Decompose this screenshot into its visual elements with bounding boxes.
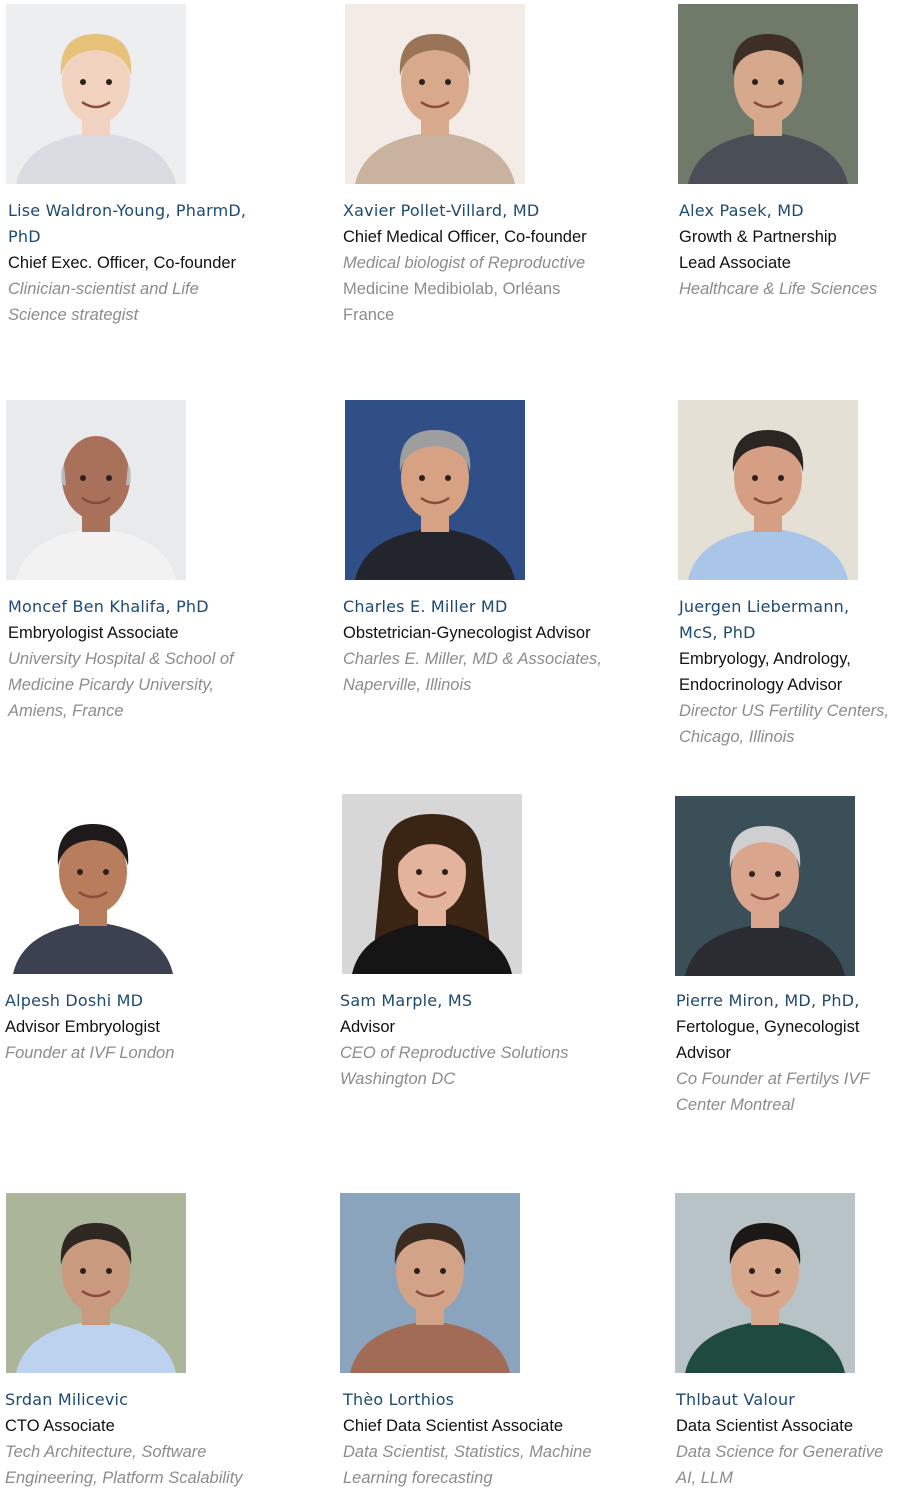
member-description: Tech Architecture, Software Engineering, … xyxy=(5,1443,243,1487)
profile-photo xyxy=(345,400,525,580)
member-name: Srdan Milicevic xyxy=(5,1390,129,1409)
profile-photo xyxy=(345,4,525,184)
member-role: Obstetrician-Gynecologist Advisor xyxy=(343,624,591,642)
member-name: Juergen Liebermann, McS, PhD xyxy=(679,597,850,642)
profile-photo xyxy=(3,794,183,974)
member-name: Moncef Ben Khalifa, PhD xyxy=(8,597,209,616)
member-description: CEO of Reproductive Solutions Washington … xyxy=(340,1044,569,1088)
member-description: Director US Fertility Centers, Chicago, I… xyxy=(679,702,889,746)
member-description: Charles E. Miller, MD & Associates, Naper… xyxy=(343,650,602,694)
portrait-image xyxy=(345,400,525,580)
member-description: University Hospital & School of Medicine … xyxy=(8,650,234,720)
portrait-image xyxy=(342,794,522,974)
portrait-image xyxy=(675,796,855,976)
member-name: Thèo Lorthios xyxy=(343,1390,455,1409)
member-name: Xavier Pollet-Villard, MD xyxy=(343,201,540,220)
member-name: Charles E. Miller MD xyxy=(343,597,508,616)
member-name: Alpesh Doshi MD xyxy=(5,991,144,1010)
member-description: Healthcare & Life Sciences xyxy=(679,280,878,298)
member-description: Founder at IVF London xyxy=(5,1044,175,1062)
member-description: Medical biologist of Reproductive Medici… xyxy=(343,254,586,324)
portrait-image xyxy=(340,1193,520,1373)
profile-photo xyxy=(678,4,858,184)
portrait-image xyxy=(675,1193,855,1373)
portrait-image xyxy=(678,4,858,184)
profile-photo xyxy=(340,1193,520,1373)
portrait-image xyxy=(3,794,183,974)
profile-photo xyxy=(678,400,858,580)
portrait-image xyxy=(678,400,858,580)
profile-photo xyxy=(6,1193,186,1373)
member-role: Growth & Partnership Lead Associate xyxy=(679,228,837,272)
member-description: Clinician-scientist and Life Science stra… xyxy=(8,280,199,324)
member-name: Pierre Miron, MD, PhD, xyxy=(676,991,860,1010)
member-name: Thlbaut Valour xyxy=(676,1390,796,1409)
profile-photo xyxy=(342,794,522,974)
profile-photo xyxy=(6,400,186,580)
portrait-image xyxy=(6,4,186,184)
member-role: Data Scientist Associate xyxy=(676,1417,854,1435)
profile-photo xyxy=(6,4,186,184)
member-description: Data Science for Generative AI, LLM xyxy=(676,1443,884,1487)
member-role: Chief Medical Officer, Co-founder xyxy=(343,228,587,246)
member-name: Sam Marple, MS xyxy=(340,991,473,1010)
profile-photo xyxy=(675,796,855,976)
member-role: Embryology, Andrology, Endocrinology Advi… xyxy=(679,650,851,694)
member-role: Embryologist Associate xyxy=(8,624,179,642)
member-role: Advisor Embryologist xyxy=(5,1018,160,1036)
member-role: CTO Associate xyxy=(5,1417,115,1435)
portrait-image xyxy=(6,400,186,580)
member-name: Alex Pasek, MD xyxy=(679,201,804,220)
member-role: Advisor xyxy=(340,1018,396,1036)
member-role: Fertologue, Gynecologist Advisor xyxy=(676,1018,860,1062)
portrait-image xyxy=(345,4,525,184)
member-description: Data Scientist, Statistics, Machine Learn… xyxy=(343,1443,592,1487)
portrait-image xyxy=(6,1193,186,1373)
member-name: Lise Waldron-Young, PharmD, PhD xyxy=(8,201,247,246)
member-description: Co Founder at Fertilys IVF Center Montrea… xyxy=(676,1070,870,1114)
profile-photo xyxy=(675,1193,855,1373)
member-role: Chief Data Scientist Associate xyxy=(343,1417,564,1435)
member-role: Chief Exec. Officer, Co-founder xyxy=(8,254,237,272)
